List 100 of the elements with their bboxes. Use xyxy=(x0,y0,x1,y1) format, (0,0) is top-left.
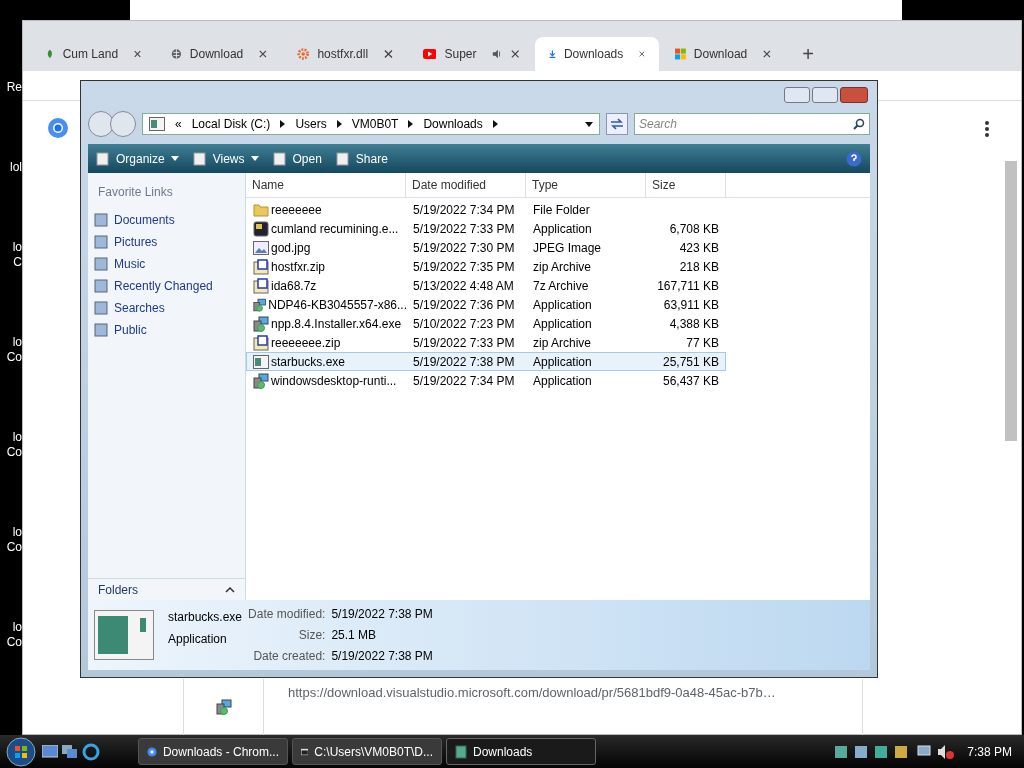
breadcrumb-item[interactable]: VM0B0T xyxy=(351,115,399,133)
browser-tab[interactable]: Download xyxy=(157,37,281,71)
muted-speaker-icon[interactable] xyxy=(937,743,956,760)
file-date: 5/19/2022 7:34 PM xyxy=(412,372,516,390)
file-date: 5/19/2022 7:34 PM xyxy=(412,201,516,219)
file-row[interactable]: reeeeeee 5/19/2022 7:34 PM File Folder xyxy=(246,200,726,219)
file-type: JPEG Image xyxy=(532,239,603,257)
app-icon xyxy=(253,220,269,237)
help-icon[interactable] xyxy=(846,150,862,167)
file-type: Application xyxy=(532,372,593,390)
file-row[interactable]: npp.8.4.Installer.x64.exe 5/10/2022 7:23 PM Application 4,388 KB xyxy=(246,314,726,333)
file-row[interactable]: NDP46-KB3045557-x86... 5/19/2022 7:36 PM Application 63,911 KB xyxy=(246,295,726,314)
dropdown-icon[interactable] xyxy=(585,121,593,127)
column-header[interactable]: Date modified xyxy=(406,173,526,197)
close-icon[interactable] xyxy=(763,49,771,59)
file-name: npp.8.4.Installer.x64.exe xyxy=(271,315,402,333)
file-row[interactable]: reeeeeee.zip 5/19/2022 7:33 PM zip Archive 77 KB xyxy=(246,333,726,352)
chevron-icon[interactable] xyxy=(492,120,498,128)
desktop-icon-label[interactable]: lo Co xyxy=(6,620,22,650)
archive-icon xyxy=(253,258,269,275)
file-row[interactable]: god.jpg 5/19/2022 7:30 PM JPEG Image 423 KB xyxy=(246,238,726,257)
chevron-up-icon xyxy=(225,586,235,593)
desktop-icon-label[interactable]: Re xyxy=(6,80,22,95)
browser-tab[interactable]: Cum Land xyxy=(31,37,155,71)
chevron-icon[interactable] xyxy=(336,120,342,128)
favorite-link[interactable]: Searches xyxy=(88,297,245,319)
breadcrumb-item[interactable]: Local Disk (C:) xyxy=(191,115,271,133)
file-size: 4,388 KB xyxy=(668,315,719,333)
refresh-icon[interactable] xyxy=(606,113,628,135)
taskbar-button[interactable]: Downloads xyxy=(446,738,596,765)
new-tab-button[interactable]: + xyxy=(793,37,823,71)
breadcrumb-item[interactable]: Downloads xyxy=(423,115,483,133)
close-icon[interactable] xyxy=(384,49,393,59)
file-row[interactable]: ida68.7z 5/13/2022 4:48 AM 7z Archive 167,711 KB xyxy=(246,276,726,295)
chevron-icon[interactable] xyxy=(280,120,286,128)
desktop-icon-label[interactable]: lo Co xyxy=(6,430,22,460)
breadcrumb-item[interactable]: Users xyxy=(295,115,327,133)
minimize-button[interactable] xyxy=(784,87,810,103)
window-icon xyxy=(149,117,165,131)
file-name: ida68.7z xyxy=(271,277,317,295)
address-bar[interactable]: « Local Disk (C:) Users VM0B0T Downloads xyxy=(142,113,600,135)
column-header[interactable]: Type xyxy=(526,173,646,197)
command-button[interactable]: Views xyxy=(192,149,259,168)
favorite-link[interactable]: Music xyxy=(88,253,245,275)
command-button[interactable]: Organize xyxy=(96,149,179,168)
command-button[interactable]: Open xyxy=(272,149,322,168)
close-button[interactable] xyxy=(840,87,868,103)
desktop-icon-label[interactable]: lo Co xyxy=(6,335,22,365)
favorite-link[interactable]: Public xyxy=(88,319,245,341)
taskbar-button[interactable]: Downloads - Chrom... xyxy=(138,738,288,765)
close-icon[interactable] xyxy=(259,49,267,59)
favorite-link[interactable]: Recently Changed xyxy=(88,275,245,297)
file-size: 63,911 KB xyxy=(662,296,719,314)
file-size: 167,711 KB xyxy=(656,277,719,295)
file-row[interactable]: hostfxr.zip 5/19/2022 7:35 PM zip Archive 218 KB xyxy=(246,257,726,276)
file-row[interactable]: windowsdesktop-runti... 5/19/2022 7:34 PM Application 56,437 KB xyxy=(246,371,726,390)
file-size: 423 KB xyxy=(678,239,719,257)
column-header[interactable]: Name xyxy=(246,173,406,197)
play-icon xyxy=(423,48,437,60)
browser-tab[interactable]: Download xyxy=(661,37,785,71)
window-icon xyxy=(94,610,154,660)
close-icon[interactable] xyxy=(510,49,519,59)
column-header[interactable]: Size xyxy=(646,173,726,197)
desktop-icon-label[interactable]: lol xyxy=(10,160,22,175)
desktop-icon-label[interactable]: lo Co xyxy=(6,525,22,555)
favorite-link[interactable]: Documents xyxy=(88,209,245,231)
clock[interactable]: 7:38 PM xyxy=(959,742,1020,761)
more-icon[interactable] xyxy=(985,121,989,137)
close-icon[interactable] xyxy=(134,49,141,59)
start-orb-icon[interactable] xyxy=(4,736,38,767)
tab-title: Downloads xyxy=(563,46,624,63)
scrollbar-thumb[interactable] xyxy=(1005,161,1017,441)
chevron-icon[interactable] xyxy=(408,120,414,128)
installer-icon xyxy=(215,699,232,715)
browser-tab[interactable]: Super xyxy=(409,37,533,71)
search-field[interactable]: Search xyxy=(634,113,870,135)
favorite-link[interactable]: Pictures xyxy=(88,231,245,253)
taskbar-button[interactable]: C:\Users\VM0B0T\D... xyxy=(292,738,442,765)
download-url[interactable]: https://download.visualstudio.microsoft.com/download/pr/5681bdf9-0a48-45ac-b7b… xyxy=(288,685,776,701)
image-icon xyxy=(253,240,269,255)
maximize-button[interactable] xyxy=(812,87,838,103)
file-type: zip Archive xyxy=(532,334,593,352)
details-label: Date created: xyxy=(252,648,326,665)
tab-title: hostfxr.dll xyxy=(317,46,369,63)
file-date: 5/19/2022 7:33 PM xyxy=(412,334,516,352)
quick-launch-icon[interactable] xyxy=(42,744,58,759)
search-icon[interactable] xyxy=(853,118,865,130)
tab-title: Download xyxy=(189,46,244,63)
browser-tab[interactable]: hostfxr.dll xyxy=(283,37,407,71)
close-icon[interactable] xyxy=(639,49,645,59)
quick-launch-icon[interactable] xyxy=(62,744,78,759)
command-icon xyxy=(335,151,350,166)
file-row[interactable]: cumland recumining.e... 5/19/2022 7:33 PM Application 6,708 KB xyxy=(246,219,726,238)
command-button[interactable]: Share xyxy=(335,149,388,168)
file-name: cumland recumining.e... xyxy=(271,220,399,238)
file-type: Application xyxy=(532,220,593,238)
file-row[interactable]: starbucks.exe 5/19/2022 7:38 PM Application 25,751 KB xyxy=(246,352,726,371)
browser-tab[interactable]: Downloads xyxy=(535,37,659,71)
breadcrumb-item[interactable]: « xyxy=(175,115,182,133)
desktop-icon-label[interactable]: lo C xyxy=(12,240,22,270)
